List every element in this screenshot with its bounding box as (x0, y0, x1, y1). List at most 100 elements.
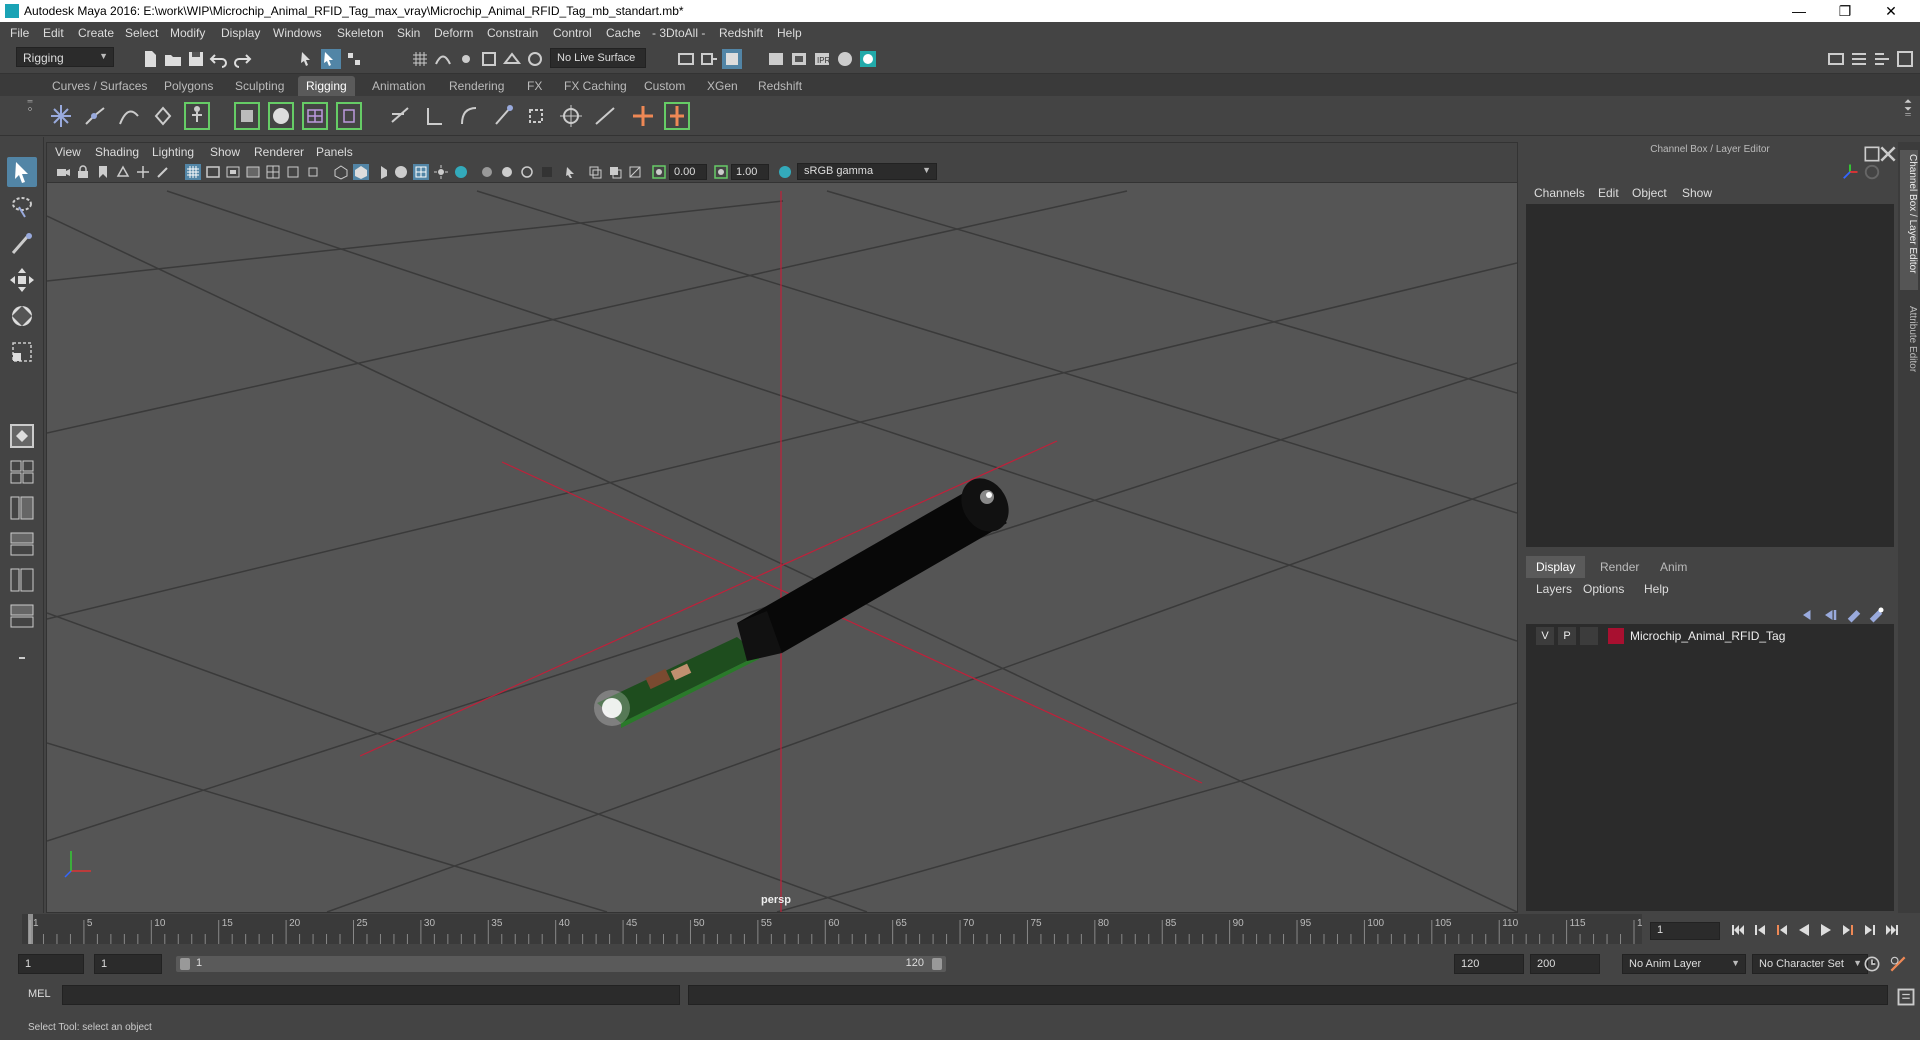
play-backwards-icon[interactable] (1796, 922, 1812, 938)
vp-menu-show[interactable]: Show (210, 145, 240, 159)
wrap-deformer-icon[interactable] (300, 100, 330, 132)
shelf-tab-xgen[interactable]: XGen (699, 76, 746, 96)
close-button[interactable]: ✕ (1868, 0, 1914, 22)
lattice-icon[interactable] (266, 100, 296, 132)
snap-view-icon[interactable] (479, 49, 499, 69)
color-management-icon[interactable] (777, 164, 793, 180)
default-material-icon[interactable] (373, 164, 389, 180)
layer-visibility-toggle[interactable]: V (1536, 627, 1554, 645)
xray-joints-icon[interactable] (627, 164, 643, 180)
exposure-icon[interactable] (651, 164, 667, 180)
scale-constraint-icon[interactable] (522, 100, 552, 132)
move-tool-icon[interactable] (7, 265, 37, 295)
menu-skin[interactable]: Skin (397, 26, 420, 40)
select-object-icon[interactable] (321, 49, 341, 69)
persp-graph-layout-icon[interactable] (7, 529, 37, 559)
le-menu-layers[interactable]: Layers (1536, 582, 1572, 596)
menu-redshift[interactable]: Redshift (719, 26, 763, 40)
menu-constrain[interactable]: Constrain (487, 26, 538, 40)
menuset-dropdown[interactable]: Rigging ▼ (16, 47, 114, 67)
new-scene-icon[interactable] (140, 49, 160, 69)
scale-tool-icon[interactable] (7, 337, 37, 367)
aim-constraint-icon[interactable] (556, 100, 586, 132)
layer-name[interactable]: Microchip_Animal_RFID_Tag (1630, 629, 1785, 643)
shelf-tab-curves[interactable]: Curves / Surfaces (44, 76, 155, 96)
cb-menu-object[interactable]: Object (1632, 186, 1667, 200)
exposure-field[interactable]: 0.00 (669, 164, 707, 180)
menu-create[interactable]: Create (78, 26, 114, 40)
time-slider-track[interactable]: 1 5 10 15 20 25 30 35 40 45 50 55 60 65 70 75 80 85 90 95 10… (22, 914, 1642, 944)
new-empty-layer-icon[interactable] (1844, 605, 1861, 623)
attribute-editor-toggle-icon[interactable] (1849, 49, 1869, 69)
side-tab-channel-box[interactable]: Channel Box / Layer Editor (1900, 150, 1918, 290)
toolbox-expand-icon[interactable] (7, 643, 37, 663)
new-layer-from-selection-icon[interactable] (1866, 605, 1884, 623)
shelf-tab-fx-caching[interactable]: FX Caching (556, 76, 635, 96)
hypershade-icon[interactable] (835, 49, 855, 69)
menu-control[interactable]: Control (553, 26, 592, 40)
move-layer-up-icon[interactable] (1798, 605, 1814, 621)
wireframe-icon[interactable] (333, 164, 349, 180)
orient-constraint-icon[interactable] (488, 100, 518, 132)
close-panel-icon[interactable] (1878, 144, 1896, 162)
manipulator-icon[interactable] (1840, 162, 1858, 179)
vp-menu-shading[interactable]: Shading (95, 145, 139, 159)
vp-menu-view[interactable]: View (55, 145, 81, 159)
menu-windows[interactable]: Windows (273, 26, 322, 40)
tab-render[interactable]: Render (1590, 556, 1649, 578)
render-settings-icon[interactable] (766, 49, 786, 69)
outliner-layout-icon[interactable] (7, 565, 37, 595)
rotate-tool-icon[interactable] (7, 301, 37, 331)
humanik-icon[interactable] (182, 100, 212, 132)
tab-display[interactable]: Display (1526, 556, 1586, 578)
go-to-end-icon[interactable] (1884, 922, 1900, 938)
animation-end-field[interactable]: 200 (1530, 954, 1600, 974)
camera-lock-icon[interactable] (75, 164, 91, 180)
point-constraint-icon[interactable] (454, 100, 484, 132)
restore-button[interactable]: ❐ (1822, 0, 1868, 22)
camera-select-icon[interactable] (55, 164, 71, 180)
range-bar[interactable]: 1 120 (176, 956, 946, 972)
shelf-options-icon[interactable] (20, 96, 36, 136)
range-end-handle[interactable] (932, 958, 942, 970)
isolate-select-icon[interactable] (563, 164, 579, 180)
menu-modify[interactable]: Modify (170, 26, 205, 40)
xray-active-icon[interactable] (607, 164, 623, 180)
four-view-layout-icon[interactable] (7, 457, 37, 487)
modeling-toolkit-icon[interactable] (1826, 49, 1846, 69)
snap-curve-icon[interactable] (433, 49, 453, 69)
ik-fk-switch-icon[interactable] (662, 100, 692, 132)
shelf-tab-rendering[interactable]: Rendering (441, 76, 512, 96)
create-joints-icon[interactable] (46, 100, 76, 132)
script-editor-icon[interactable] (1896, 987, 1915, 1006)
resolution-gate-icon[interactable] (225, 164, 241, 180)
shelf-tab-custom[interactable]: Custom (636, 76, 693, 96)
image-plane-icon[interactable] (115, 164, 131, 180)
channel-box-area[interactable] (1526, 204, 1894, 547)
menu-edit[interactable]: Edit (43, 26, 64, 40)
menu-3dtoall[interactable]: - 3DtoAll - (652, 26, 705, 40)
undo-icon[interactable] (209, 49, 229, 69)
animation-preferences-icon[interactable] (1888, 954, 1906, 972)
ik-handle-icon[interactable] (80, 100, 110, 132)
live-surface-field[interactable]: No Live Surface (550, 48, 646, 68)
minimize-button[interactable]: — (1776, 0, 1822, 22)
layer-row[interactable]: V P Microchip_Animal_RFID_Tag (1530, 626, 1888, 646)
locator-icon[interactable] (628, 100, 658, 132)
channel-sync-icon[interactable] (1862, 162, 1880, 180)
shelf-tab-redshift[interactable]: Redshift (750, 76, 810, 96)
ik-spline-icon[interactable] (114, 100, 144, 132)
layer-playback-toggle[interactable]: P (1558, 627, 1576, 645)
paint-select-tool-icon[interactable] (7, 229, 37, 259)
wireframe-on-shaded-icon[interactable] (393, 164, 409, 180)
snap-grid-icon[interactable] (410, 49, 430, 69)
go-to-start-icon[interactable] (1730, 922, 1746, 938)
cb-menu-channels[interactable]: Channels (1534, 186, 1585, 200)
output-ops-icon[interactable] (699, 49, 719, 69)
single-perspective-layout-icon[interactable] (7, 421, 37, 451)
shelf-scroll-icon[interactable] (1898, 98, 1914, 134)
tab-anim[interactable]: Anim (1650, 556, 1697, 578)
mel-input-field[interactable] (62, 985, 680, 1005)
layer-display-type-toggle[interactable] (1580, 627, 1598, 645)
shelf-tab-sculpting[interactable]: Sculpting (227, 76, 292, 96)
